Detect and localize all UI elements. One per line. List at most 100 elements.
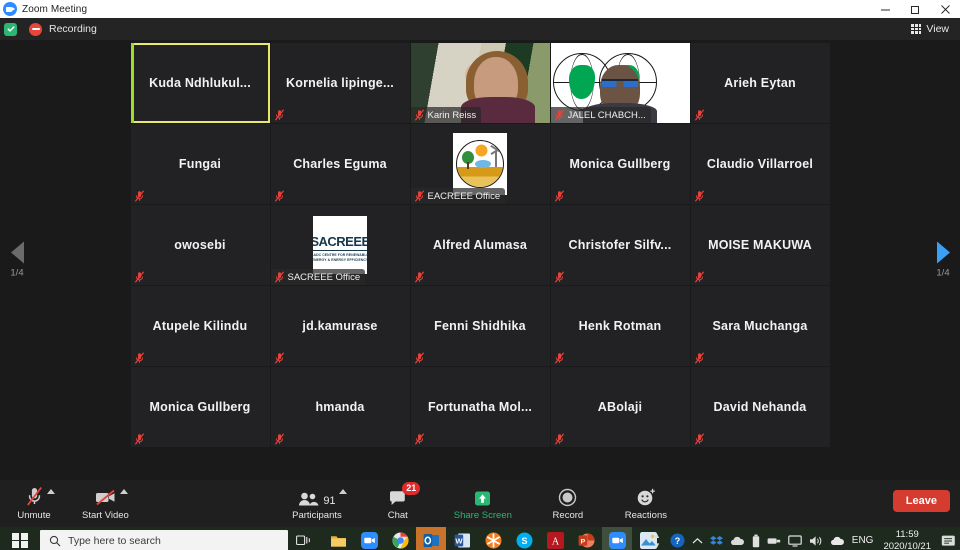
participant-name: JALEL CHABCH...	[567, 109, 646, 121]
participant-name: jd.kamurase	[302, 318, 378, 333]
encryption-shield-icon[interactable]	[4, 22, 17, 36]
tile-status-corner	[691, 269, 710, 285]
participant-tile[interactable]: Fungai	[130, 124, 270, 204]
participant-tile[interactable]: Atupele Kilindu	[130, 286, 270, 366]
taskbar-app-list: W S A P	[323, 527, 663, 550]
chat-button[interactable]: 21 Chat	[376, 482, 421, 526]
participant-tile[interactable]: Fortunatha Mol...	[410, 367, 550, 447]
task-view-icon	[295, 535, 310, 546]
tile-status-corner: EACREEE Office	[410, 188, 506, 204]
participant-name: Fenni Shidhika	[434, 318, 526, 333]
participants-button[interactable]: 91 Participants	[292, 482, 347, 526]
cloud-sync-icon[interactable]	[830, 536, 845, 546]
participant-name: MOISE MAKUWA	[708, 237, 812, 252]
participant-name: Christofer Silfv...	[568, 237, 672, 252]
network-monitor-icon[interactable]	[787, 534, 802, 547]
participant-tile[interactable]: David Nehanda	[690, 367, 830, 447]
microphone-muted-icon	[694, 271, 704, 283]
language-indicator[interactable]: ENG	[852, 535, 874, 546]
participant-tile[interactable]: JALEL CHABCH...	[550, 43, 690, 123]
chevron-up-small-icon: ▲	[652, 531, 661, 540]
participant-name: SACREEE Office	[287, 271, 361, 283]
tray-scroll-chevrons[interactable]: ▲ ▼	[653, 531, 661, 550]
participant-tile[interactable]: Claudio Villarroel	[690, 124, 830, 204]
smiley-reactions-icon	[637, 488, 655, 506]
participant-name: Alfred Alumasa	[432, 237, 528, 252]
minimize-icon[interactable]	[870, 0, 900, 18]
reactions-button[interactable]: Reactions	[624, 482, 668, 526]
svg-text:W: W	[455, 536, 463, 545]
participant-name: Fortunatha Mol...	[427, 399, 533, 414]
onedrive-cloud-icon[interactable]	[730, 536, 745, 546]
search-input[interactable]: Type here to search	[40, 530, 288, 550]
participant-tile[interactable]: Henk Rotman	[550, 286, 690, 366]
next-page-button[interactable]: 1/4	[928, 241, 958, 279]
share-screen-label: Share Screen	[453, 510, 512, 521]
tile-status-corner: SACREEE Office	[270, 269, 366, 285]
previous-page-button[interactable]: 1/4	[2, 241, 32, 279]
speaker-volume-icon[interactable]	[809, 535, 823, 547]
help-circle-icon[interactable]: ?	[670, 533, 685, 548]
participant-tile[interactable]: Arieh Eytan	[690, 43, 830, 123]
participant-tile[interactable]: Kornelia lipinge...	[270, 43, 410, 123]
tile-status-corner	[131, 269, 150, 285]
participant-tile[interactable]: Kuda Ndhlukul...	[130, 43, 270, 123]
participant-tile[interactable]: SACREEE SADC CENTRE FOR RENEWABLE ENERGY…	[270, 205, 410, 285]
participant-name: Monica Gullberg	[569, 156, 671, 171]
word-icon[interactable]: W	[447, 527, 477, 550]
participant-name: Kornelia lipinge...	[286, 75, 394, 90]
chevron-left-arrow-icon	[10, 241, 24, 264]
clock[interactable]: 11:59 2020/10/21	[880, 529, 934, 550]
tile-status-corner	[551, 188, 570, 204]
show-hidden-icons-chevron-up-icon[interactable]	[692, 537, 703, 545]
google-chrome-icon[interactable]	[385, 527, 415, 550]
microphone-muted-icon	[274, 433, 284, 445]
tile-status-corner	[131, 431, 150, 447]
participant-tile[interactable]: Fenni Shidhika	[410, 286, 550, 366]
participant-tile[interactable]: hmanda	[270, 367, 410, 447]
mendeley-icon[interactable]	[478, 527, 508, 550]
recording-indicator-icon[interactable]	[29, 22, 42, 36]
participant-tile[interactable]: Charles Eguma	[270, 124, 410, 204]
video-gallery-stage: 1/4 Kuda Ndhlukul... Kornelia lipinge...	[0, 40, 960, 480]
participant-tile[interactable]: MOISE MAKUWA	[690, 205, 830, 285]
participant-tile[interactable]: ABolaji	[550, 367, 690, 447]
powerpoint-icon[interactable]: P	[571, 527, 601, 550]
participants-chevron-down-icon[interactable]	[338, 489, 347, 494]
participant-tile[interactable]: EACREEE Office	[410, 124, 550, 204]
view-button[interactable]: View	[906, 20, 954, 38]
record-button[interactable]: Record	[546, 482, 590, 526]
microphone-muted-icon	[274, 352, 284, 364]
participant-tile[interactable]: owosebi	[130, 205, 270, 285]
sacreee-logo-icon: SACREEE SADC CENTRE FOR RENEWABLE ENERGY…	[313, 216, 367, 274]
file-explorer-icon[interactable]	[323, 527, 353, 550]
tile-status-corner	[271, 431, 290, 447]
zoom-taskbar-icon[interactable]	[354, 527, 384, 550]
participant-tile[interactable]: Alfred Alumasa	[410, 205, 550, 285]
outlook-icon[interactable]	[416, 527, 446, 550]
participant-tile[interactable]: jd.kamurase	[270, 286, 410, 366]
dropbox-icon[interactable]	[709, 535, 723, 547]
participant-tile[interactable]: Christofer Silfv...	[550, 205, 690, 285]
skype-icon[interactable]: S	[509, 527, 539, 550]
share-screen-button[interactable]: Share Screen	[454, 482, 512, 526]
participant-tile[interactable]: Monica Gullberg	[130, 367, 270, 447]
start-button[interactable]	[0, 527, 40, 550]
participant-name: Charles Eguma	[293, 156, 387, 171]
plug-icon[interactable]	[767, 536, 781, 546]
svg-text:A: A	[551, 537, 559, 548]
leave-meeting-button[interactable]: Leave	[892, 490, 950, 512]
action-center-icon[interactable]	[941, 534, 956, 548]
participant-name: ABolaji	[597, 399, 643, 414]
participant-tile[interactable]: Karin Reiss	[410, 43, 550, 123]
adobe-acrobat-icon[interactable]: A	[540, 527, 570, 550]
maximize-icon[interactable]	[900, 0, 930, 18]
close-icon[interactable]	[930, 0, 960, 18]
zoom-meeting-icon[interactable]	[602, 527, 632, 550]
tile-status-corner	[691, 188, 710, 204]
participant-tile[interactable]: Sara Muchanga	[690, 286, 830, 366]
participant-tile[interactable]: Monica Gullberg	[550, 124, 690, 204]
task-view-button[interactable]	[288, 534, 318, 547]
battery-icon[interactable]	[752, 534, 760, 548]
chat-label: Chat	[387, 510, 408, 521]
